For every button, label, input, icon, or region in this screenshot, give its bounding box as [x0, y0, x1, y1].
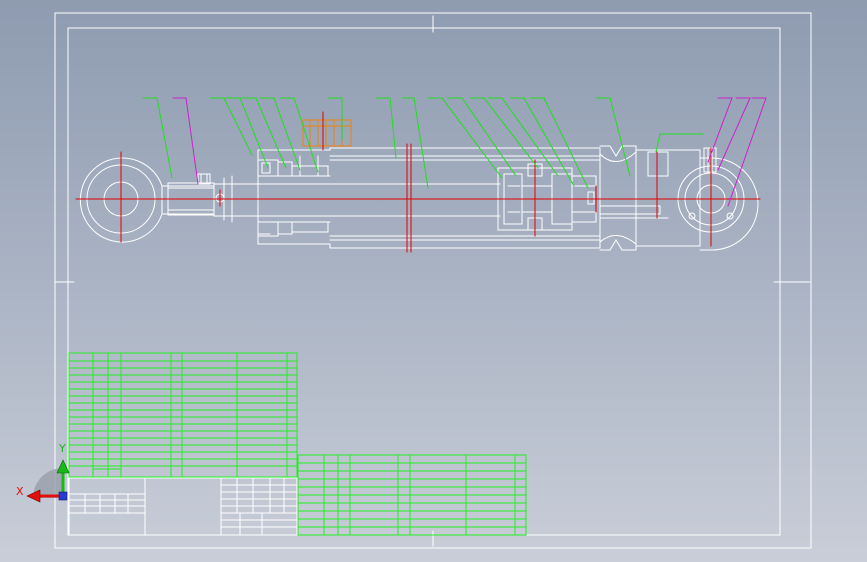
- engineering-drawing[interactable]: [0, 0, 867, 562]
- cylinder-barrel[interactable]: [329, 155, 601, 241]
- title-block[interactable]: [68, 477, 298, 536]
- axis-y-label: Y: [59, 442, 66, 455]
- cad-viewport[interactable]: X Y: [0, 0, 867, 562]
- drawing-frame: [54, 12, 812, 549]
- center-lines: [75, 111, 761, 253]
- cylinder-assembly[interactable]: [79, 145, 759, 251]
- secondary-table[interactable]: [297, 454, 527, 536]
- xyz-axis-triad-icon[interactable]: [26, 459, 70, 503]
- axis-x-label: X: [16, 485, 24, 498]
- balloon-leaders-green[interactable]: [142, 97, 704, 189]
- hydraulic-port-fitting[interactable]: [302, 119, 352, 147]
- rod-eye-left[interactable]: [79, 157, 225, 243]
- parts-list-table[interactable]: [68, 352, 298, 478]
